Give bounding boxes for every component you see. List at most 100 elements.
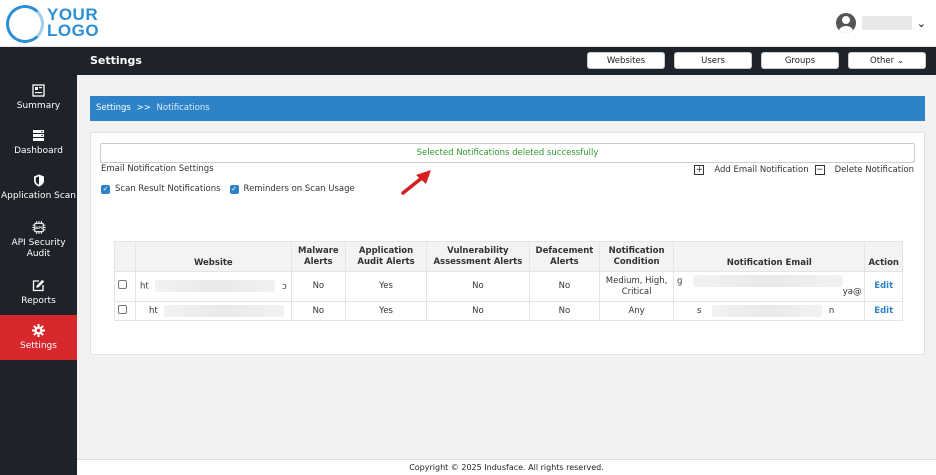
row-checkbox[interactable] — [118, 304, 127, 314]
breadcrumb: Settings >> Notifications — [96, 103, 210, 113]
condition-cell: Medium, High, Critical — [599, 271, 675, 302]
minus-square-icon: − — [814, 164, 825, 175]
website-cell: ht ɔ — [135, 271, 292, 302]
plus-square-icon: + — [694, 164, 705, 175]
edit-icon — [32, 278, 46, 292]
top-nav: Websites Users Groups Other ⌄ — [587, 52, 926, 69]
groups-button[interactable]: Groups — [761, 52, 839, 69]
email-cell: ɡ ya@ — [673, 271, 866, 302]
malware-cell: No — [290, 271, 347, 302]
add-email-notification-label: Add Email Notification — [714, 165, 809, 175]
email-cell: s n — [673, 301, 866, 321]
shield-icon — [32, 173, 46, 187]
checkbox-label: Reminders on Scan Usage — [243, 184, 355, 194]
top-bar: YOUR LOGO ⌄ — [0, 0, 936, 47]
add-email-notification-button[interactable]: + Add Email Notification — [694, 164, 809, 175]
column-header[interactable]: Application Audit Alerts — [345, 241, 428, 272]
column-header[interactable]: Website — [135, 241, 292, 272]
api-chip-icon: API — [31, 220, 46, 234]
breadcrumb-bar: Settings >> Notifications — [90, 96, 925, 121]
website-tail: ɔ — [282, 281, 287, 292]
copyright-text: Copyright © 2025 Indusface. All rights r… — [409, 463, 604, 472]
scan-result-notifications-checkbox[interactable]: ✓ Scan Result Notifications — [101, 184, 221, 194]
sidebar-item-api-security-audit[interactable]: API API Security Audit — [0, 210, 77, 270]
notifications-table: Website Malware Alerts Application Audit… — [114, 241, 903, 321]
column-header[interactable]: Notification Email — [673, 241, 866, 272]
column-header: Action — [864, 241, 903, 272]
other-dropdown-button[interactable]: Other ⌄ — [848, 52, 926, 69]
sidebar-item-label: Dashboard — [14, 146, 63, 156]
vuln-cell: No — [426, 301, 530, 321]
sidebar-item-label: Reports — [21, 296, 56, 306]
svg-text:API: API — [35, 226, 43, 230]
success-alert: Selected Notifications deleted successfu… — [100, 143, 915, 163]
sidebar-item-label: Application Scan — [0, 191, 77, 201]
sidebar-item-label: API Security Audit — [11, 238, 66, 259]
sidebar: Summary Dashboard Application Scan API A… — [0, 75, 77, 475]
website-cell: ht — [135, 301, 292, 321]
checkbox-label: Scan Result Notifications — [115, 184, 221, 194]
redacted-website — [164, 304, 285, 317]
table-row: ht No Yes No No Any s n Edit — [114, 301, 903, 321]
edit-link[interactable]: Edit — [874, 281, 893, 291]
column-header[interactable]: Notification Condition — [599, 241, 675, 272]
breadcrumb-settings-link[interactable]: Settings — [96, 103, 131, 113]
row-select-cell — [114, 301, 136, 321]
sidebar-item-settings[interactable]: Settings — [0, 315, 77, 360]
logo[interactable]: YOUR LOGO — [6, 4, 106, 44]
sidebar-item-dashboard[interactable]: Dashboard — [0, 120, 77, 165]
checkbox-checked-icon[interactable]: ✓ — [101, 184, 110, 194]
row-checkbox[interactable] — [118, 280, 127, 289]
notifications-panel: Selected Notifications deleted successfu… — [90, 132, 925, 355]
notification-checkboxes: ✓ Scan Result Notifications ✓ Reminders … — [101, 184, 364, 194]
user-menu[interactable]: ⌄ — [835, 12, 926, 34]
dashboard-icon — [32, 128, 46, 142]
email-tail: n — [828, 306, 835, 317]
header-bar: Settings Websites Users Groups Other ⌄ — [0, 47, 936, 75]
email-tail: ya@ — [842, 287, 862, 298]
redacted-website — [155, 280, 276, 293]
select-column-header — [114, 241, 136, 272]
table-header-row: Website Malware Alerts Application Audit… — [114, 241, 903, 272]
users-button[interactable]: Users — [674, 52, 752, 69]
sidebar-item-summary[interactable]: Summary — [0, 75, 77, 120]
action-cell: Edit — [864, 271, 903, 302]
sidebar-item-application-scan[interactable]: Application Scan — [0, 165, 77, 210]
logo-ring-icon — [6, 5, 44, 43]
website-value: ht — [140, 281, 149, 292]
notification-actions: + Add Email Notification − Delete Notifi… — [688, 165, 914, 175]
checkbox-checked-icon[interactable]: ✓ — [229, 184, 239, 194]
column-header[interactable]: Defacement Alerts — [528, 241, 601, 272]
logo-text: YOUR LOGO — [47, 6, 100, 40]
avatar-icon[interactable] — [835, 13, 856, 33]
deface-cell: No — [528, 271, 601, 302]
sidebar-item-label: Settings — [20, 341, 57, 351]
page-title: Settings — [90, 54, 142, 67]
edit-link[interactable]: Edit — [874, 306, 893, 316]
red-arrow-annotation — [401, 170, 431, 195]
column-header[interactable]: Malware Alerts — [290, 241, 347, 272]
table-row: ht ɔ No Yes No No Medium, High, Critical… — [114, 271, 903, 302]
app-audit-cell: Yes — [345, 301, 428, 321]
footer: Copyright © 2025 Indusface. All rights r… — [77, 459, 936, 475]
user-name-redacted — [861, 16, 912, 30]
email-head: ɡ — [677, 276, 683, 287]
action-cell: Edit — [864, 301, 903, 321]
redacted-email — [693, 274, 844, 287]
condition-cell: Any — [599, 301, 675, 321]
breadcrumb-current: Notifications — [156, 103, 210, 113]
summary-icon — [32, 83, 46, 97]
chevron-down-icon[interactable]: ⌄ — [917, 17, 926, 30]
reminders-on-scan-usage-checkbox[interactable]: ✓ Reminders on Scan Usage — [229, 184, 355, 194]
logo-line-2: LOGO — [47, 21, 100, 40]
websites-button[interactable]: Websites — [587, 52, 665, 69]
redacted-email — [712, 304, 823, 317]
delete-notification-button[interactable]: − Delete Notification — [814, 164, 914, 175]
sidebar-item-label: Summary — [16, 101, 61, 111]
gear-icon — [32, 323, 46, 337]
sidebar-item-reports[interactable]: Reports — [0, 270, 77, 315]
row-select-cell — [114, 271, 136, 302]
column-header[interactable]: Vulnerability Assessment Alerts — [426, 241, 530, 272]
app-audit-cell: Yes — [345, 271, 428, 302]
breadcrumb-separator: >> — [136, 103, 151, 113]
